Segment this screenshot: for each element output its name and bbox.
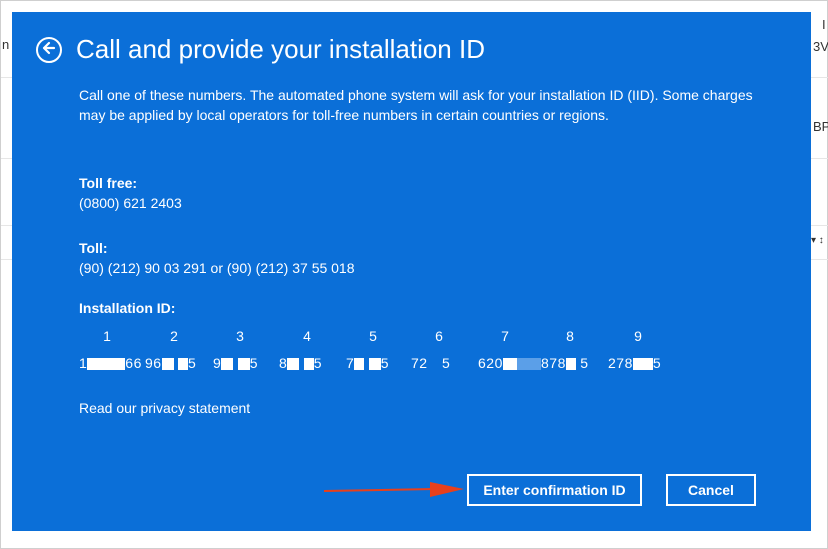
redaction-block (287, 358, 300, 371)
iid-group-start: 1 (79, 355, 88, 371)
iid-group: 1 66 (79, 355, 142, 371)
iid-group: 96 5 (145, 355, 196, 371)
iid-group-end: 5 (249, 355, 258, 371)
toll-free-number: (0800) 621 2403 (79, 195, 182, 211)
bg-text-fragment: 3V- (813, 39, 828, 54)
toll-label: Toll: (79, 240, 108, 256)
cancel-button[interactable]: Cancel (666, 474, 756, 506)
iid-column-number: 5 (369, 328, 377, 344)
redaction-block (427, 358, 438, 371)
toll-numbers: (90) (212) 90 03 291 or (90) (212) 37 55… (79, 260, 355, 276)
iid-group-start: 278 (608, 355, 633, 371)
dialog-description: Call one of these numbers. The automated… (79, 87, 753, 123)
iid-group-end: 5 (580, 355, 589, 371)
iid-group-end: 66 (125, 355, 142, 371)
iid-column-number: 3 (236, 328, 244, 344)
back-arrow-icon (42, 41, 56, 60)
redaction-block (354, 358, 365, 371)
privacy-statement-link[interactable]: Read our privacy statement (79, 400, 250, 416)
iid-group: 72 5 (411, 355, 450, 371)
iid-group: 8 5 (279, 355, 322, 371)
iid-column-number: 6 (435, 328, 443, 344)
redaction-block (177, 358, 188, 371)
iid-group-start: 878 (541, 355, 566, 371)
redaction-block (565, 358, 576, 371)
toll-free-label: Toll free: (79, 175, 138, 191)
iid-column-number: 9 (634, 328, 642, 344)
dialog-title: Call and provide your installation ID (76, 34, 485, 64)
redaction-block (368, 358, 381, 371)
iid-group-start: 9 (213, 355, 222, 371)
iid-group-start: 96 (145, 355, 162, 371)
redaction-block (502, 358, 517, 371)
iid-group-end: 5 (313, 355, 322, 371)
iid-group-start: 8 (279, 355, 288, 371)
iid-group: 878 5 (541, 355, 589, 371)
iid-column-number: 8 (566, 328, 574, 344)
redaction-block (161, 358, 174, 371)
back-button[interactable] (36, 37, 62, 63)
iid-group-end: 5 (380, 355, 389, 371)
red-arrow-icon (322, 480, 468, 505)
iid-group-start: 7 (346, 355, 355, 371)
iid-group: 620 (478, 355, 541, 371)
bg-text-fragment: BP (813, 119, 828, 134)
iid-group: 9 5 (213, 355, 258, 371)
bg-text-fragment: I (822, 17, 826, 32)
redaction-block (303, 358, 314, 371)
enter-confirmation-id-button[interactable]: Enter confirmation ID (467, 474, 642, 506)
installation-id-label: Installation ID: (79, 300, 176, 316)
redaction-block (87, 358, 126, 371)
iid-group-start: 620 (478, 355, 503, 371)
bg-text-fragment: n (2, 37, 10, 52)
redaction-block (237, 358, 250, 371)
redaction-block (221, 358, 234, 371)
iid-group-end: 5 (652, 355, 662, 371)
iid-column-number: 1 (103, 328, 111, 344)
iid-column-number: 4 (303, 328, 311, 344)
iid-group-start: 72 (411, 355, 428, 371)
redaction-block (644, 358, 653, 371)
iid-group: 278 5 (608, 355, 661, 371)
iid-column-number: 2 (170, 328, 178, 344)
iid-group-end: 5 (441, 355, 451, 371)
bg-sort-icons: ▾ ↕ (811, 235, 824, 246)
activation-dialog: Call and provide your installation ID Ca… (12, 12, 811, 531)
iid-group-end: 5 (187, 355, 197, 371)
iid-group: 7 5 (346, 355, 389, 371)
iid-column-number: 7 (501, 328, 509, 344)
redaction-block (632, 358, 645, 371)
redaction-block (516, 358, 541, 371)
